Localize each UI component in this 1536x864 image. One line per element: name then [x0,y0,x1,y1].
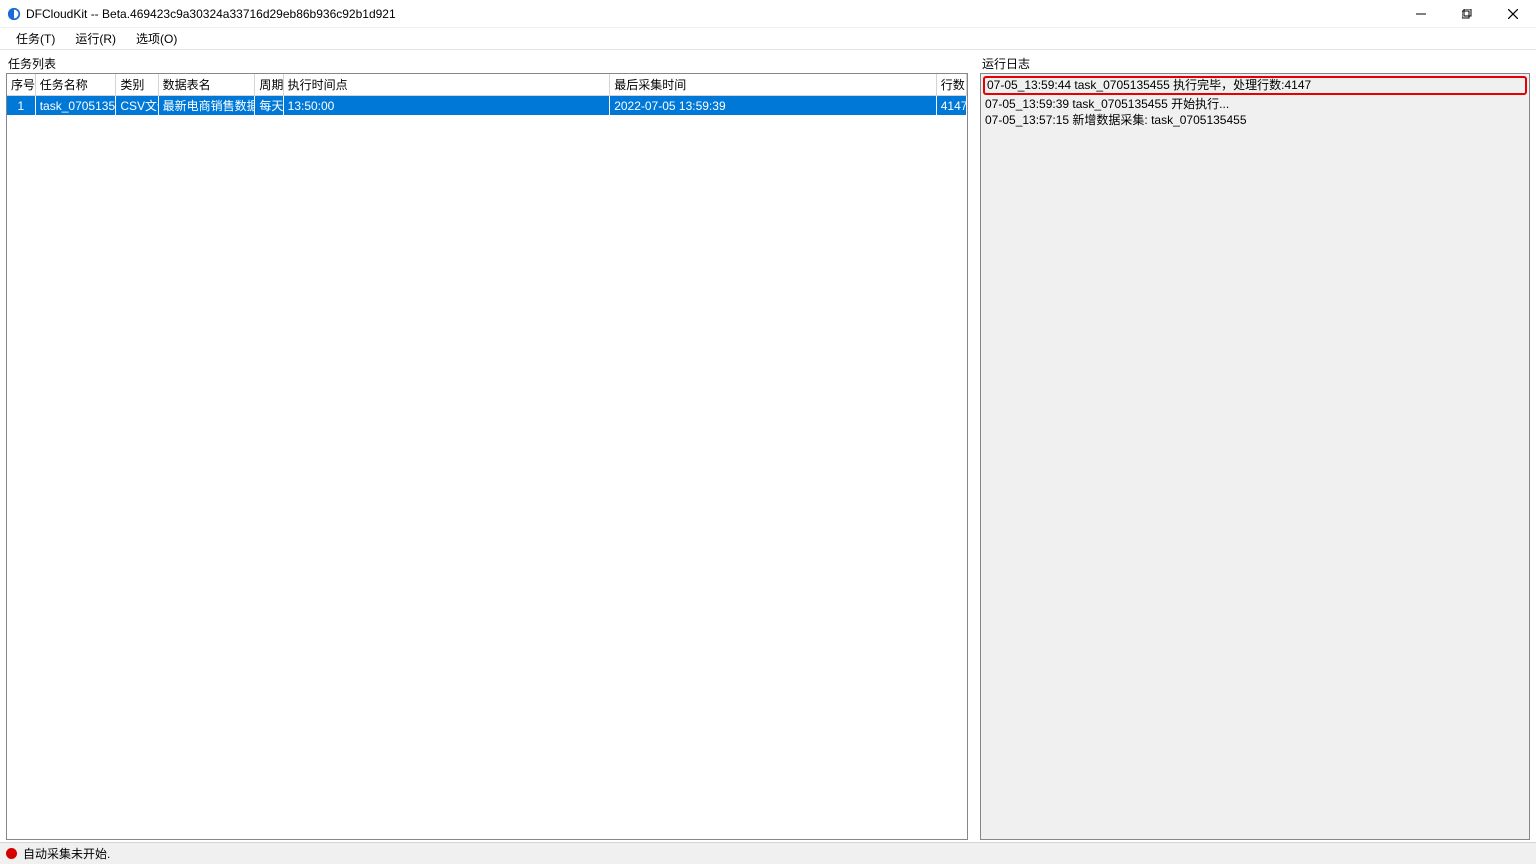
menu-task[interactable]: 任务(T) [6,28,65,49]
cell-category: CSV文件 [116,96,158,116]
task-list-title: 任务列表 [6,54,968,73]
statusbar: 自动采集未开始. [0,842,1536,864]
cell-exec-time: 13:50:00 [283,96,610,116]
cell-last-collect: 2022-07-05 13:59:39 [610,96,937,116]
col-header-last-collect[interactable]: 最后采集时间 [610,74,937,96]
menu-run[interactable]: 运行(R) [65,28,126,49]
cell-rows: 4147 [936,96,966,116]
log-body[interactable]: 07-05_13:59:44 task_0705135455 执行完毕，处理行数… [980,73,1530,840]
minimize-button[interactable] [1398,0,1444,28]
log-line[interactable]: 07-05_13:57:15 新增数据采集: task_0705135455 [981,112,1529,128]
log-panel: 运行日志 07-05_13:59:44 task_0705135455 执行完毕… [980,54,1530,840]
menubar: 任务(T) 运行(R) 选项(O) [0,28,1536,50]
cell-period: 每天 [255,96,283,116]
cell-table: 最新电商销售数据_csv [158,96,255,116]
col-header-table[interactable]: 数据表名 [158,74,255,96]
col-header-rows[interactable]: 行数 [936,74,966,96]
col-header-category[interactable]: 类别 [116,74,158,96]
col-header-seq[interactable]: 序号 [7,74,35,96]
maximize-button[interactable] [1444,0,1490,28]
col-header-exec-time[interactable]: 执行时间点 [283,74,610,96]
status-indicator-icon [6,848,17,859]
menu-options[interactable]: 选项(O) [126,28,187,49]
content-area: 任务列表 序号 任务名称 类别 数据表名 周期 执行时间点 最后采集时间 行数 [0,50,1536,842]
close-button[interactable] [1490,0,1536,28]
task-list-panel: 任务列表 序号 任务名称 类别 数据表名 周期 执行时间点 最后采集时间 行数 [6,54,968,840]
log-line[interactable]: 07-05_13:59:39 task_0705135455 开始执行... [981,96,1529,112]
cell-seq: 1 [7,96,35,116]
task-list-body: 序号 任务名称 类别 数据表名 周期 执行时间点 最后采集时间 行数 1 tas… [6,73,968,840]
app-icon [6,6,22,22]
log-line-highlighted[interactable]: 07-05_13:59:44 task_0705135455 执行完毕，处理行数… [983,76,1527,95]
window-controls [1398,0,1536,28]
cell-name: task_0705135455 [35,96,116,116]
log-title: 运行日志 [980,54,1530,73]
table-header-row: 序号 任务名称 类别 数据表名 周期 执行时间点 最后采集时间 行数 [7,74,967,96]
table-row[interactable]: 1 task_0705135455 CSV文件 最新电商销售数据_csv 每天 … [7,96,967,116]
col-header-period[interactable]: 周期 [255,74,283,96]
status-text: 自动采集未开始. [23,845,110,862]
window-title: DFCloudKit -- Beta.469423c9a30324a33716d… [26,7,396,21]
col-header-name[interactable]: 任务名称 [35,74,116,96]
task-table[interactable]: 序号 任务名称 类别 数据表名 周期 执行时间点 最后采集时间 行数 1 tas… [7,74,967,115]
titlebar: DFCloudKit -- Beta.469423c9a30324a33716d… [0,0,1536,28]
